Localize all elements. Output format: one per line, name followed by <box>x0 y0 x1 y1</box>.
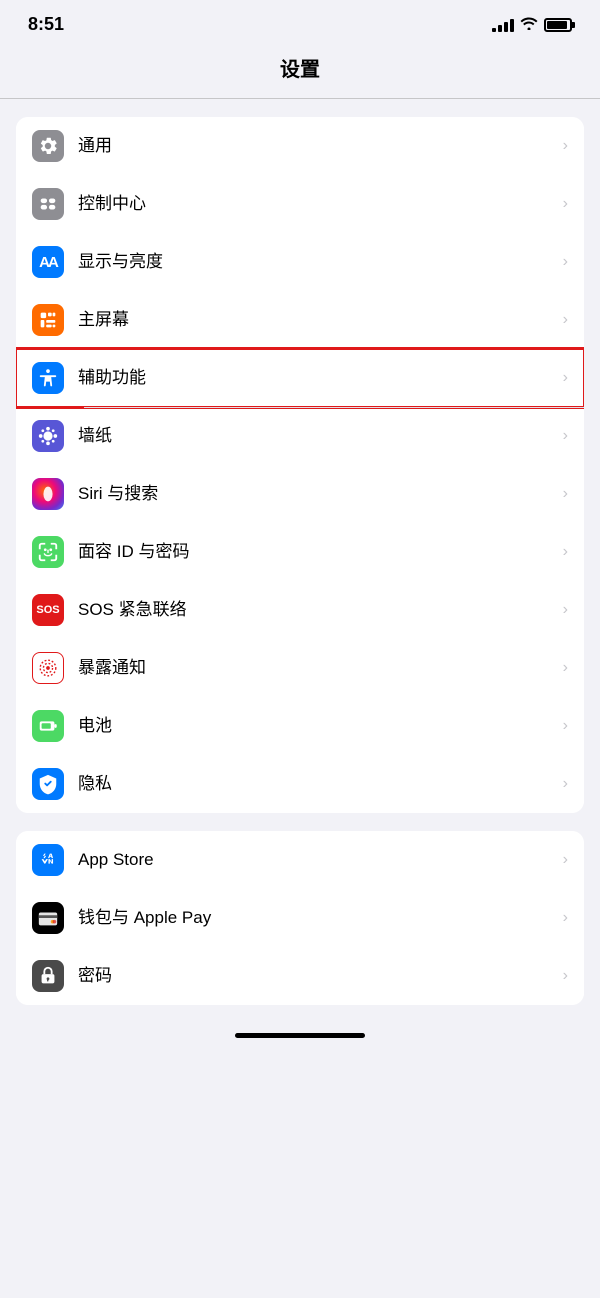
control-label: 控制中心 <box>78 193 555 215</box>
page-title: 设置 <box>0 43 600 98</box>
exposure-icon <box>32 652 64 684</box>
sidebar-item-sos[interactable]: SOS SOS 紧急联络 › <box>16 581 584 639</box>
chevron-icon: › <box>563 137 568 155</box>
privacy-icon <box>32 768 64 800</box>
sidebar-item-wallet[interactable]: 钱包与 Apple Pay › <box>16 889 584 947</box>
appstore-label: App Store <box>78 849 555 871</box>
wallet-label: 钱包与 Apple Pay <box>78 907 555 929</box>
chevron-icon: › <box>563 195 568 213</box>
sos-label: SOS 紧急联络 <box>78 599 555 621</box>
sidebar-item-homescreen[interactable]: 主屏幕 › <box>16 291 584 349</box>
wifi-icon <box>520 16 538 33</box>
chevron-icon: › <box>563 967 568 985</box>
status-bar: 8:51 <box>0 0 600 43</box>
chevron-icon: › <box>563 659 568 677</box>
chevron-icon: › <box>563 311 568 329</box>
home-indicator <box>0 1023 600 1044</box>
sidebar-item-siri[interactable]: Siri 与搜索 › <box>16 465 584 523</box>
battery-label: 电池 <box>78 715 555 737</box>
chevron-icon: › <box>563 775 568 793</box>
appstore-icon <box>32 844 64 876</box>
siri-label: Siri 与搜索 <box>78 483 555 505</box>
chevron-icon: › <box>563 485 568 503</box>
sidebar-item-faceid[interactable]: 面容 ID 与密码 › <box>16 523 584 581</box>
wallpaper-label: 墙纸 <box>78 425 555 447</box>
chevron-icon: › <box>563 427 568 445</box>
sidebar-item-exposure[interactable]: 暴露通知 › <box>16 639 584 697</box>
privacy-label: 隐私 <box>78 773 555 795</box>
exposure-label: 暴露通知 <box>78 657 555 679</box>
status-icons <box>492 16 572 33</box>
chevron-icon: › <box>563 851 568 869</box>
sidebar-item-battery[interactable]: 电池 › <box>16 697 584 755</box>
sos-icon: SOS <box>32 594 64 626</box>
accessibility-icon <box>32 362 64 394</box>
siri-icon <box>32 478 64 510</box>
sidebar-item-passwords[interactable]: 密码 › <box>16 947 584 1005</box>
passwords-icon <box>32 960 64 992</box>
sidebar-item-appstore[interactable]: App Store › <box>16 831 584 889</box>
chevron-icon: › <box>563 909 568 927</box>
sidebar-item-wallpaper[interactable]: 墙纸 › <box>16 407 584 465</box>
toggle-icon <box>32 188 64 220</box>
sidebar-item-privacy[interactable]: 隐私 › <box>16 755 584 813</box>
homescreen-label: 主屏幕 <box>78 309 555 331</box>
faceid-icon <box>32 536 64 568</box>
accessibility-label: 辅助功能 <box>78 367 555 389</box>
gear-icon <box>32 130 64 162</box>
wallpaper-icon <box>32 420 64 452</box>
faceid-label: 面容 ID 与密码 <box>78 541 555 563</box>
grid-icon <box>32 304 64 336</box>
status-time: 8:51 <box>28 14 64 35</box>
sidebar-item-accessibility[interactable]: 辅助功能 › <box>16 349 584 407</box>
display-icon: AA <box>32 246 64 278</box>
sidebar-item-display[interactable]: AA 显示与亮度 › <box>16 233 584 291</box>
battery-icon <box>544 18 572 32</box>
sidebar-item-general[interactable]: 通用 › <box>16 117 584 175</box>
wallet-icon <box>32 902 64 934</box>
battery-icon <box>32 710 64 742</box>
chevron-icon: › <box>563 253 568 271</box>
general-label: 通用 <box>78 135 555 157</box>
signal-icon <box>492 18 514 32</box>
settings-group-2: App Store › 钱包与 Apple Pay › 密码 › <box>16 831 584 1005</box>
passwords-label: 密码 <box>78 965 555 987</box>
chevron-icon: › <box>563 543 568 561</box>
display-label: 显示与亮度 <box>78 251 555 273</box>
sidebar-item-control[interactable]: 控制中心 › <box>16 175 584 233</box>
chevron-icon: › <box>563 601 568 619</box>
chevron-icon: › <box>563 369 568 387</box>
chevron-icon: › <box>563 717 568 735</box>
settings-group-1: 通用 › 控制中心 › AA 显示与亮度 › <box>16 117 584 813</box>
